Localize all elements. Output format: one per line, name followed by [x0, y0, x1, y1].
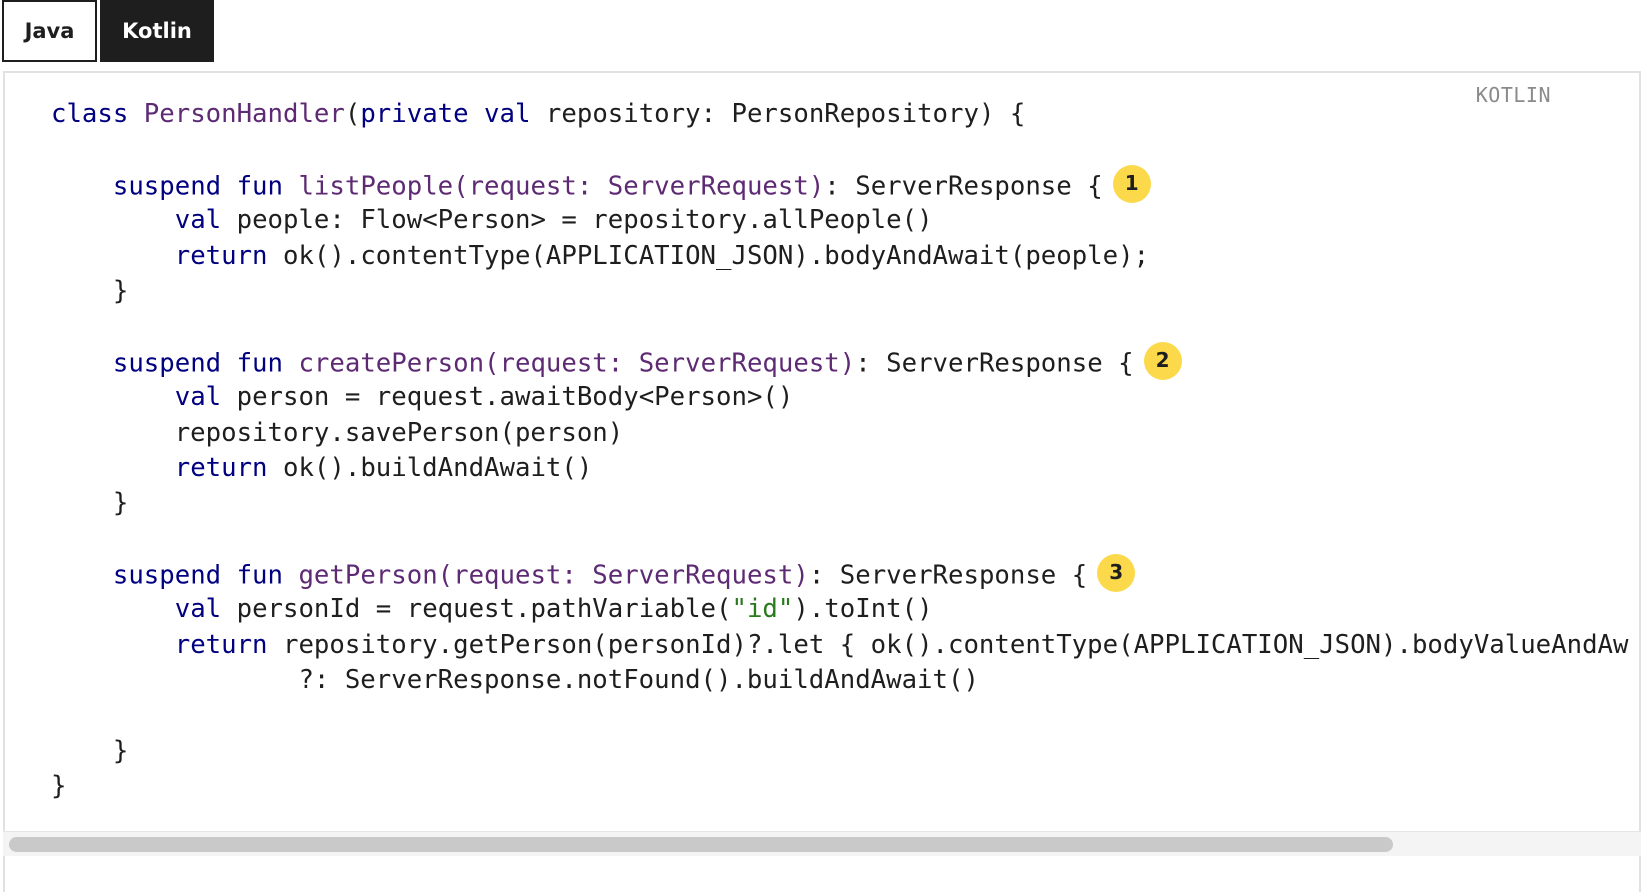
code-token: person = request.awaitBody<Person>() — [221, 382, 794, 413]
code-line: ?: ServerResponse.notFound().buildAndAwa… — [51, 663, 1628, 698]
code-line: suspend fun createPerson(request: Server… — [51, 341, 1628, 380]
code-block: KOTLIN class PersonHandler(private val r… — [3, 71, 1641, 892]
tab-kotlin[interactable]: Kotlin — [100, 0, 214, 62]
scrollbar-thumb[interactable] — [9, 837, 1393, 852]
function-token: createPerson(request: ServerRequest) — [298, 348, 856, 379]
tab-java[interactable]: Java — [2, 0, 97, 62]
code-line: } — [51, 734, 1628, 769]
horizontal-scrollbar[interactable] — [3, 831, 1641, 856]
code-line: } — [51, 769, 1628, 804]
callout-badge: 2 — [1143, 341, 1182, 380]
callout-badge: 1 — [1112, 164, 1151, 203]
code-line: suspend fun getPerson(request: ServerReq… — [51, 554, 1628, 593]
code-line: class PersonHandler(private val reposito… — [51, 97, 1628, 132]
keyword-token: private val — [360, 99, 531, 129]
code-line: val person = request.awaitBody<Person>() — [51, 380, 1628, 415]
string-token: "id" — [731, 594, 794, 625]
code-token: repository.getPerson(personId)?.let { ok… — [267, 629, 1629, 660]
keyword-token: suspend fun — [112, 348, 299, 379]
code-token: personId = request.pathVariable( — [221, 594, 732, 625]
keyword-token: suspend fun — [112, 171, 299, 202]
function-token: listPeople(request: ServerRequest) — [298, 171, 825, 202]
code-token: } — [51, 771, 67, 802]
code-token: repository.savePerson(person) — [51, 417, 624, 448]
code-line: repository.savePerson(person) — [51, 416, 1628, 451]
code-token: } — [51, 275, 129, 306]
function-token: PersonHandler — [143, 99, 345, 129]
code-token: people: Flow<Person> = repository.allPeo… — [221, 205, 933, 236]
keyword-token: val — [174, 205, 222, 236]
code-token: } — [51, 488, 129, 519]
code-token: : ServerResponse { — [824, 171, 1103, 202]
callout-badge: 3 — [1097, 554, 1136, 593]
code-line: return ok().buildAndAwait() — [51, 451, 1628, 486]
code-line: val personId = request.pathVariable("id"… — [51, 592, 1628, 627]
code-line: } — [51, 486, 1628, 521]
keyword-token: class — [51, 99, 144, 129]
code-line: val people: Flow<Person> = repository.al… — [51, 203, 1628, 238]
keyword-token: suspend fun — [112, 560, 299, 591]
code-line: suspend fun listPeople(request: ServerRe… — [51, 164, 1628, 203]
code-line: return ok().contentType(APPLICATION_JSON… — [51, 239, 1628, 274]
code-token: ok().contentType(APPLICATION_JSON).bodyA… — [267, 240, 1150, 271]
code-line: } — [51, 274, 1628, 309]
keyword-token: return — [174, 240, 268, 271]
keyword-token: val — [174, 382, 222, 413]
code-token: ( — [344, 99, 361, 129]
code-token: repository: PersonRepository) { — [530, 99, 1026, 129]
code-token: : ServerResponse { — [855, 348, 1134, 379]
function-token: getPerson(request: ServerRequest) — [298, 560, 809, 591]
code-token: ?: ServerResponse.notFound().buildAndAwa… — [51, 665, 979, 696]
code-token: ok().buildAndAwait() — [267, 452, 593, 483]
code-line: return repository.getPerson(personId)?.l… — [51, 628, 1629, 663]
keyword-token: return — [174, 452, 268, 483]
keyword-token: return — [174, 629, 268, 660]
code-token: : ServerResponse { — [808, 560, 1088, 591]
code-content: class PersonHandler(private val reposito… — [51, 97, 1628, 805]
keyword-token: val — [174, 594, 222, 625]
code-token: } — [51, 736, 129, 767]
code-token: ).toInt() — [793, 594, 933, 625]
